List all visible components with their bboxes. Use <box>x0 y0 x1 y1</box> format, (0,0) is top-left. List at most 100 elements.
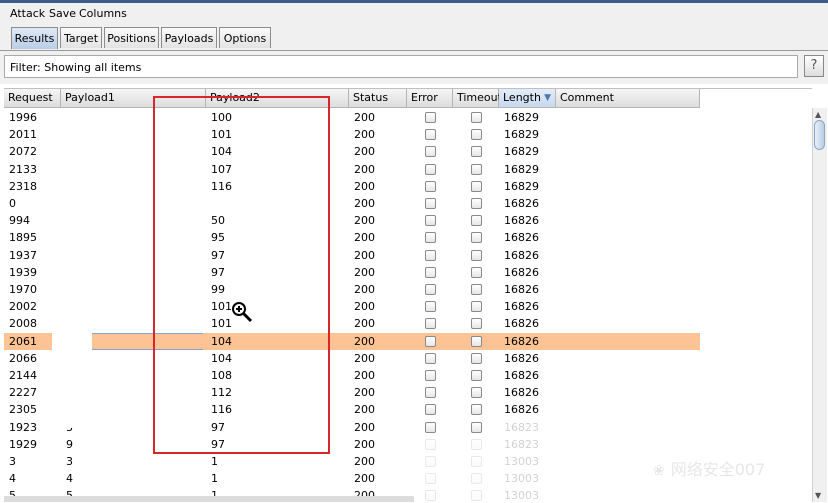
timeout-checkbox[interactable] <box>471 370 482 381</box>
table-row[interactable]: 1939 97 200 16826 <box>4 264 700 281</box>
cell-payload1: 9 <box>66 437 73 451</box>
tab-target[interactable]: Target <box>60 27 102 48</box>
error-checkbox[interactable] <box>425 146 436 158</box>
timeout-checkbox[interactable] <box>471 301 482 313</box>
timeout-checkbox[interactable] <box>471 490 482 502</box>
menu-columns[interactable]: Columns <box>79 7 127 20</box>
error-checkbox[interactable] <box>425 112 436 123</box>
error-checkbox[interactable] <box>425 473 436 485</box>
scroll-up-icon[interactable]: ▲ <box>815 110 821 119</box>
table-row[interactable]: 2227711220016826 <box>4 384 700 401</box>
error-checkbox[interactable] <box>425 490 436 502</box>
error-checkbox[interactable] <box>425 284 436 295</box>
timeout-checkbox[interactable] <box>471 318 482 330</box>
error-checkbox[interactable] <box>425 335 436 347</box>
menu-attack[interactable]: Attack <box>10 7 45 20</box>
timeout-checkbox[interactable] <box>471 404 482 416</box>
cell-length: 16826 <box>504 197 539 210</box>
timeout-checkbox[interactable] <box>471 352 482 364</box>
error-checkbox[interactable] <box>425 266 436 278</box>
menu-bar: Attack Save Columns <box>0 3 828 24</box>
vertical-scrollbar[interactable]: ▲ ▼ <box>812 108 827 502</box>
tab-options[interactable]: Options <box>219 27 271 48</box>
error-checkbox[interactable] <box>425 387 436 399</box>
timeout-checkbox[interactable] <box>471 473 482 485</box>
error-checkbox[interactable] <box>425 198 436 209</box>
table-row[interactable]: 2011 101 200 16829 <box>4 126 700 143</box>
timeout-checkbox[interactable] <box>471 284 482 295</box>
error-checkbox[interactable] <box>425 232 436 244</box>
timeout-checkbox[interactable] <box>471 129 482 141</box>
error-checkbox[interactable] <box>425 370 436 381</box>
cell-request: 2318 <box>9 179 37 193</box>
menu-save[interactable]: Save <box>49 7 76 20</box>
table-row[interactable]: 2144410820016826 <box>4 367 700 384</box>
timeout-checkbox[interactable] <box>471 198 482 209</box>
table-row[interactable]: 1895 95 200 16826 <box>4 229 700 246</box>
error-checkbox[interactable] <box>425 180 436 192</box>
tab-results[interactable]: Results <box>11 27 58 49</box>
error-checkbox[interactable] <box>425 352 436 364</box>
error-checkbox[interactable] <box>425 129 436 141</box>
table-row[interactable]: 1996 100 200 16829 <box>4 109 700 126</box>
table-row[interactable]: 3 3 1 200 13003 <box>4 453 700 470</box>
table-row[interactable]: 2305511620016826 <box>4 401 700 418</box>
column-header-request[interactable]: Request <box>4 89 61 108</box>
timeout-checkbox[interactable] <box>471 180 482 192</box>
timeout-checkbox[interactable] <box>471 163 482 175</box>
horizontal-scrollbar[interactable] <box>4 496 414 502</box>
scroll-thumb[interactable] <box>814 120 825 150</box>
sort-descending-icon: ▼ <box>544 93 551 103</box>
cell-length: 13003 <box>504 472 539 486</box>
error-checkbox[interactable] <box>425 456 436 467</box>
table-row[interactable]: 2002 101 200 16826 <box>4 298 700 315</box>
timeout-checkbox[interactable] <box>471 215 482 227</box>
timeout-checkbox[interactable] <box>471 232 482 244</box>
table-row[interactable]: 2008 101 200 16826 <box>4 315 700 332</box>
timeout-checkbox[interactable] <box>471 146 482 158</box>
timeout-checkbox[interactable] <box>471 112 482 123</box>
table-row[interactable]: 2061 104 200 16826 <box>4 332 700 350</box>
tab-positions[interactable]: Positions <box>104 27 159 48</box>
timeout-checkbox[interactable] <box>471 266 482 278</box>
error-checkbox[interactable] <box>425 249 436 261</box>
error-checkbox[interactable] <box>425 404 436 416</box>
error-checkbox[interactable] <box>425 215 436 227</box>
timeout-checkbox[interactable] <box>471 387 482 399</box>
table-row[interactable]: 0 200 16826 <box>4 195 700 212</box>
filter-field[interactable]: Filter: Showing all items <box>4 55 798 78</box>
table-row[interactable]: 2066610420016826 <box>4 350 700 367</box>
column-header-error[interactable]: Error <box>407 89 453 108</box>
table-row[interactable]: 192339720016823 <box>4 419 700 436</box>
column-header-comment[interactable]: Comment <box>556 89 700 108</box>
timeout-checkbox[interactable] <box>471 438 482 450</box>
timeout-checkbox[interactable] <box>471 335 482 347</box>
table-row[interactable]: 1970 99 200 16826 <box>4 281 700 298</box>
timeout-checkbox[interactable] <box>471 456 482 467</box>
table-row[interactable]: 4 4 1 200 13003 <box>4 470 700 487</box>
highlight-box <box>153 96 330 454</box>
table-row[interactable]: 994 50 200 16826 <box>4 212 700 229</box>
column-header-timeout[interactable]: Timeout <box>453 89 502 108</box>
error-checkbox[interactable] <box>425 421 436 433</box>
table-row[interactable]: 2318 116 200 16829 <box>4 178 700 195</box>
table-row[interactable]: 2133 107 200 16829 <box>4 161 700 178</box>
cell-length: 16826 <box>504 386 539 400</box>
timeout-checkbox[interactable] <box>471 249 482 261</box>
table-row[interactable]: 2072 104 200 16829 <box>4 143 700 160</box>
help-button[interactable]: ? <box>804 55 824 77</box>
column-header-status[interactable]: Status <box>349 89 407 108</box>
timeout-checkbox[interactable] <box>471 421 482 433</box>
column-header-length[interactable]: Length ▼ <box>499 89 556 108</box>
table-row[interactable]: 1937 97 200 16826 <box>4 247 700 264</box>
tab-payloads[interactable]: Payloads <box>161 27 217 48</box>
error-checkbox[interactable] <box>425 318 436 330</box>
table-row[interactable]: 1929 9 97 200 16823 <box>4 436 700 453</box>
error-checkbox[interactable] <box>425 163 436 175</box>
scroll-down-icon[interactable]: ▼ <box>815 491 821 500</box>
cell-request: 2133 <box>9 162 37 176</box>
cell-status: 200 <box>354 351 375 365</box>
error-checkbox[interactable] <box>425 301 436 313</box>
cell-length: 16829 <box>504 179 539 193</box>
error-checkbox[interactable] <box>425 438 436 450</box>
